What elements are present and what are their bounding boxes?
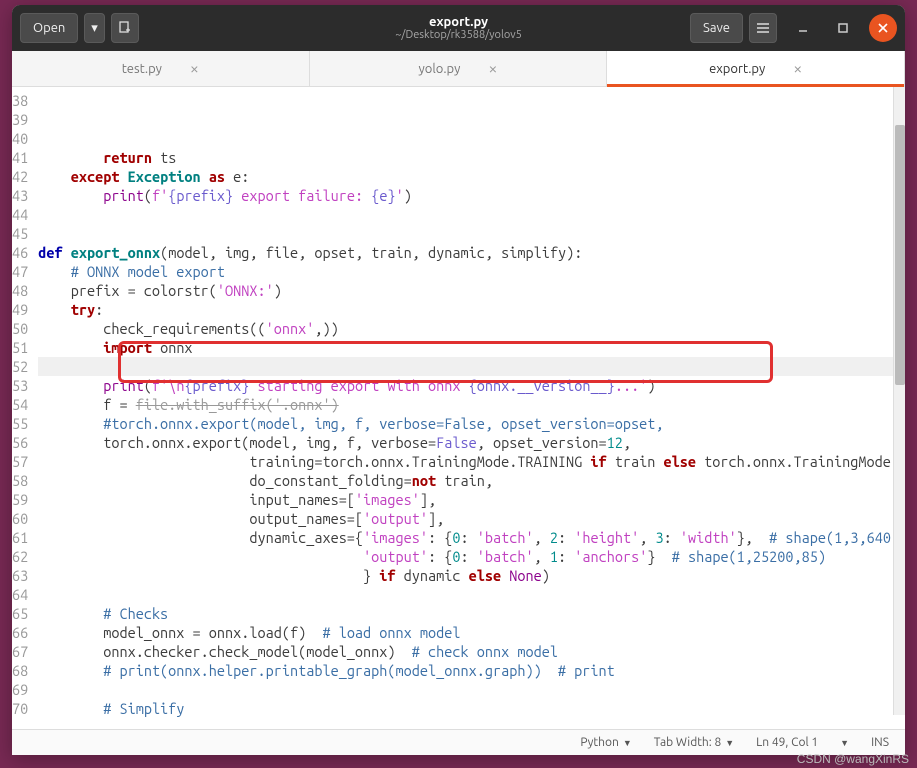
titlebar: Open ▾ export.py ~/Desktop/rk3588/yolov5… <box>12 5 905 51</box>
tab-yolo-py[interactable]: yolo.py × <box>310 51 608 86</box>
tab-bar: test.py × yolo.py × export.py × <box>12 51 905 87</box>
maximize-icon <box>837 22 849 34</box>
hamburger-icon <box>756 22 770 34</box>
tab-label: test.py <box>122 62 162 76</box>
status-position: Ln 49, Col 1 <box>756 736 818 749</box>
tab-close-icon[interactable]: × <box>190 60 199 78</box>
maximize-button[interactable] <box>829 14 857 42</box>
minimize-button[interactable] <box>789 14 817 42</box>
tab-label: yolo.py <box>419 62 461 76</box>
open-dropdown[interactable]: ▾ <box>84 13 105 43</box>
close-icon <box>877 22 889 34</box>
status-language[interactable]: Python ▼ <box>580 736 631 749</box>
save-button[interactable]: Save <box>690 13 743 43</box>
scrollbar[interactable] <box>893 87 905 715</box>
minimize-icon <box>797 22 809 34</box>
line-gutter: 3839404142434445464748495051525354555657… <box>12 87 34 717</box>
tab-test-py[interactable]: test.py × <box>12 51 310 86</box>
hamburger-menu[interactable] <box>749 13 777 43</box>
tab-close-icon[interactable]: × <box>793 60 802 78</box>
code-area[interactable]: return ts except Exception as e: print(f… <box>34 87 905 717</box>
new-tab-icon <box>118 21 132 35</box>
status-tabwidth[interactable]: Tab Width: 8 ▼ <box>654 736 734 749</box>
title-path: ~/Desktop/rk3588/yolov5 <box>395 29 522 41</box>
tab-close-icon[interactable]: × <box>488 60 497 78</box>
window-title: export.py ~/Desktop/rk3588/yolov5 <box>395 15 522 41</box>
status-bar: Python ▼ Tab Width: 8 ▼ Ln 49, Col 1 ▼ I… <box>12 729 905 755</box>
watermark: CSDN @wangXinRS <box>797 752 909 766</box>
scrollbar-thumb[interactable] <box>895 125 905 385</box>
status-insert: INS <box>871 736 889 749</box>
status-mode[interactable]: ▼ <box>840 738 849 748</box>
open-button[interactable]: Open <box>20 13 78 43</box>
title-filename: export.py <box>395 15 522 29</box>
tab-label: export.py <box>709 62 765 76</box>
tab-export-py[interactable]: export.py × <box>607 51 905 86</box>
close-button[interactable] <box>869 14 897 42</box>
new-tab-button[interactable] <box>111 13 139 43</box>
editor-window: Open ▾ export.py ~/Desktop/rk3588/yolov5… <box>12 5 905 755</box>
code-editor[interactable]: 3839404142434445464748495051525354555657… <box>12 87 905 717</box>
